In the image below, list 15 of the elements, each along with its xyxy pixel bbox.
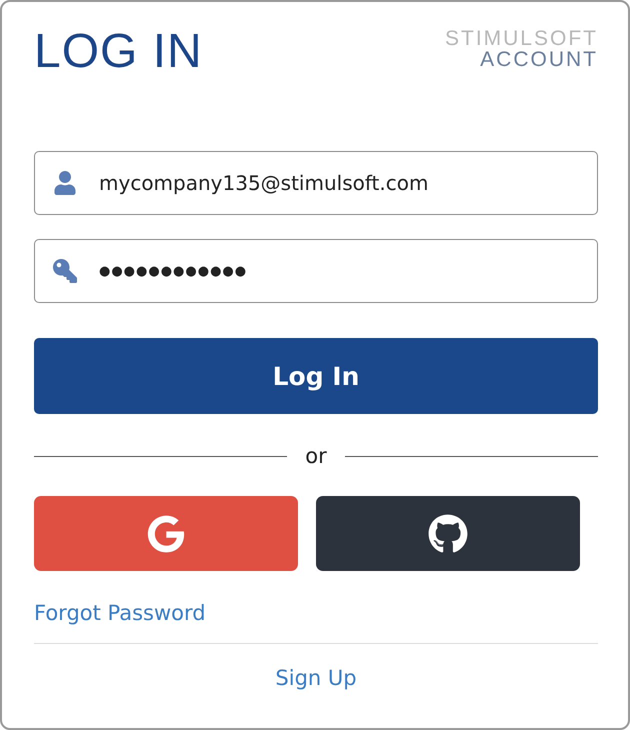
- google-button[interactable]: [34, 496, 298, 571]
- divider-text: or: [305, 444, 327, 468]
- brand-subtitle: ACCOUNT: [480, 49, 598, 70]
- password-field[interactable]: ●●●●●●●●●●●●: [34, 239, 598, 303]
- email-field[interactable]: mycompany135@stimulsoft.com: [34, 151, 598, 215]
- login-button[interactable]: Log In: [34, 338, 598, 414]
- github-icon: [428, 514, 468, 554]
- sign-up-link[interactable]: Sign Up: [275, 666, 357, 690]
- github-button[interactable]: [316, 496, 580, 571]
- user-icon: [53, 171, 77, 195]
- google-icon: [147, 514, 185, 552]
- brand-name: STIMULSOFT: [444, 28, 598, 49]
- page-title: LOG IN: [34, 24, 203, 79]
- key-icon: [53, 259, 77, 283]
- forgot-password-link[interactable]: Forgot Password: [34, 601, 206, 625]
